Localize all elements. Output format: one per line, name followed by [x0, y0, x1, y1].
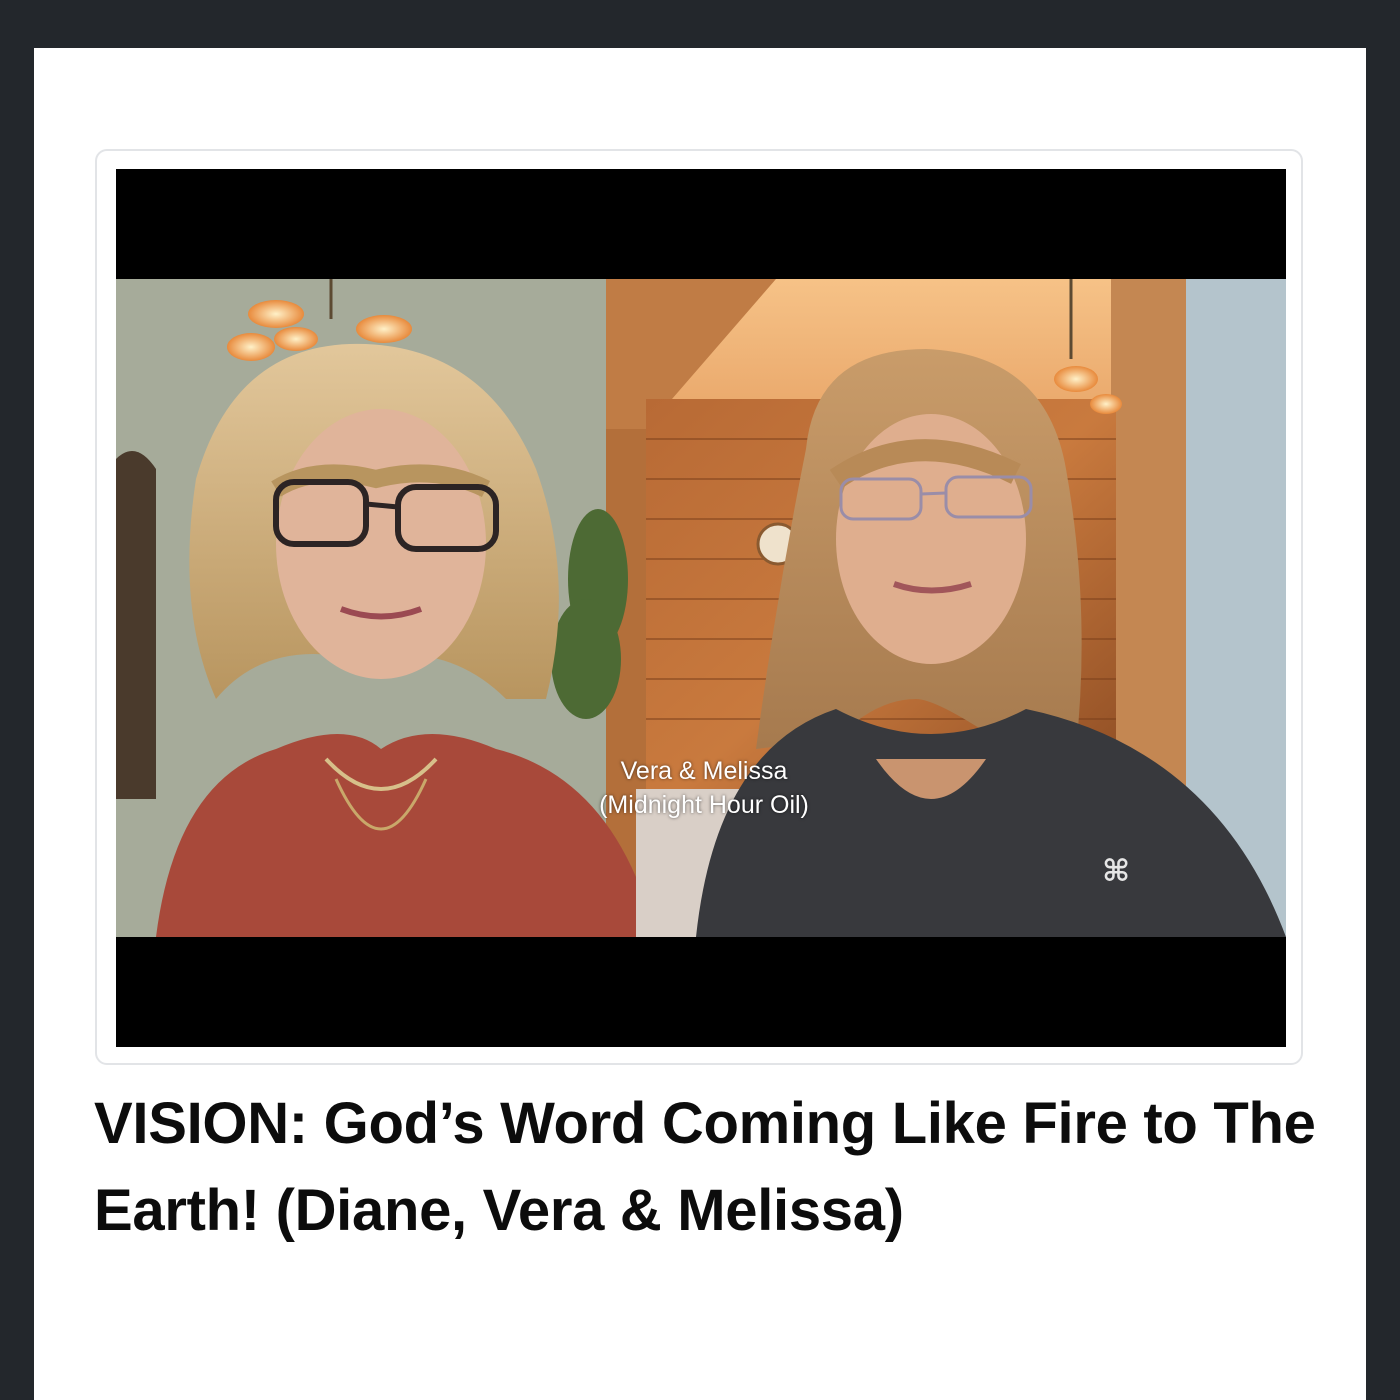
post-card: ⌘ Vera & Melissa (Midnight Hour Oil) VIS…	[34, 48, 1366, 1400]
post-title[interactable]: VISION: God’s Word Coming Like Fire to T…	[94, 1080, 1344, 1254]
video-thumbnail[interactable]: ⌘ Vera & Melissa (Midnight Hour Oil)	[116, 169, 1286, 1047]
video-caption-names: Vera & Melissa	[620, 757, 788, 785]
video-thumbnail-frame[interactable]: ⌘ Vera & Melissa (Midnight Hour Oil)	[95, 149, 1303, 1065]
svg-text:⌘: ⌘	[1102, 854, 1130, 889]
video-caption-channel: (Midnight Hour Oil)	[599, 791, 809, 819]
video-frame-image: ⌘	[116, 279, 1286, 937]
